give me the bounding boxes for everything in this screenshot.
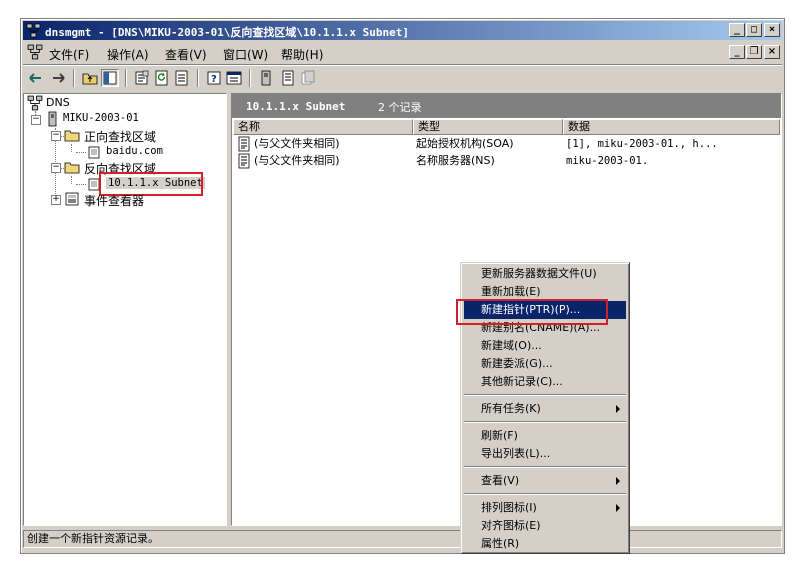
collapse-toggle[interactable]: − <box>31 115 41 125</box>
close-button[interactable]: × <box>764 23 780 37</box>
menu-item-other-records[interactable]: 其他新记录(C)... <box>464 373 626 391</box>
record-name: (与父文件夹相同) <box>254 137 340 150</box>
menu-action[interactable]: 操作(A) <box>107 46 149 63</box>
show-tree-icon[interactable] <box>101 69 119 87</box>
tree-item-dns[interactable]: DNS <box>46 96 70 109</box>
menu-item-refresh[interactable]: 刷新(F) <box>464 427 626 445</box>
menu-item-all-tasks[interactable]: 所有任务(K) <box>464 400 626 418</box>
server-icon <box>44 111 60 127</box>
zone-file-icon <box>86 144 102 160</box>
tree-item-baidu[interactable]: baidu.com <box>106 145 163 157</box>
status-text: 创建一个新指针资源记录。 <box>23 530 461 548</box>
tree-item-forward-zones[interactable]: 正向查找区域 <box>84 128 156 145</box>
menu-item-new-delegation[interactable]: 新建委派(G)... <box>464 355 626 373</box>
up-folder-icon[interactable] <box>81 69 99 87</box>
console-tree: DNS − MIKU-2003-01 − 正向查找区域 baidu.com − <box>23 93 227 526</box>
child-minimize-button[interactable]: _ <box>729 45 745 59</box>
menu-bar: 文件(F) 操作(A) 查看(V) 窗口(W) 帮助(H) _ ❐ × <box>23 42 782 62</box>
document-icon[interactable] <box>279 69 297 87</box>
menu-item-line-up-icons[interactable]: 对齐图标(E) <box>464 517 626 535</box>
properties-icon[interactable] <box>133 69 151 87</box>
menu-item-new-domain[interactable]: 新建域(O)... <box>464 337 626 355</box>
submenu-arrow-icon <box>616 504 620 512</box>
tree-item-server[interactable]: MIKU-2003-01 <box>63 112 139 124</box>
menu-item-view[interactable]: 查看(V) <box>464 472 626 490</box>
maximize-button[interactable]: □ <box>746 23 762 37</box>
menu-view[interactable]: 查看(V) <box>165 46 207 63</box>
minimize-button[interactable]: _ <box>729 23 745 37</box>
column-header-data[interactable]: 数据 <box>563 119 780 135</box>
status-bar: 创建一个新指针资源记录。 <box>23 529 782 549</box>
copy-icon[interactable] <box>299 69 317 87</box>
expand-toggle[interactable]: + <box>51 195 61 205</box>
menu-separator <box>464 394 626 396</box>
svg-text:?: ? <box>211 74 217 85</box>
mmc-window: dnsmgmt - [DNS\MIKU-2003-01\反向查找区域\10.1.… <box>20 18 785 554</box>
highlight-box <box>456 299 608 325</box>
folder-icon <box>64 127 80 143</box>
record-type: 名称服务器(NS) <box>416 154 495 167</box>
column-header-name[interactable]: 名称 <box>233 119 413 135</box>
record-icon <box>236 136 252 152</box>
export-list-icon[interactable] <box>173 69 191 87</box>
window-title: dnsmgmt - [DNS\MIKU-2003-01\反向查找区域\10.1.… <box>45 26 410 39</box>
submenu-arrow-icon <box>616 477 620 485</box>
tree-item-event-viewer[interactable]: 事件查看器 <box>84 192 144 209</box>
record-data: miku-2003-01. <box>566 155 649 167</box>
table-row[interactable]: (与父文件夹相同) 起始授权机构(SOA) [1], miku-2003-01.… <box>236 136 776 152</box>
record-count: 2 个记录 <box>378 101 422 114</box>
record-type: 起始授权机构(SOA) <box>416 137 514 150</box>
child-close-button[interactable]: × <box>764 45 780 59</box>
collapse-toggle[interactable]: − <box>51 131 61 141</box>
refresh-icon[interactable] <box>153 69 171 87</box>
event-viewer-icon <box>64 191 80 207</box>
menu-item-update-server-file[interactable]: 更新服务器数据文件(U) <box>464 265 626 283</box>
menu-separator <box>464 493 626 495</box>
record-name: (与父文件夹相同) <box>254 154 340 167</box>
forward-arrow-icon[interactable] <box>49 69 67 87</box>
dns-console-icon <box>27 44 43 60</box>
menu-item-arrange-icons[interactable]: 排列图标(I) <box>464 499 626 517</box>
dns-console-icon <box>26 23 41 38</box>
back-arrow-icon[interactable] <box>27 69 45 87</box>
help-icon[interactable]: ? <box>205 69 223 87</box>
console-view-icon[interactable] <box>225 69 243 87</box>
table-row[interactable]: (与父文件夹相同) 名称服务器(NS) miku-2003-01. <box>236 153 776 169</box>
dns-icon <box>27 95 43 111</box>
toolbar: ? <box>23 65 782 90</box>
menu-help[interactable]: 帮助(H) <box>281 46 323 63</box>
details-title: 10.1.1.x Subnet <box>246 100 346 113</box>
submenu-arrow-icon <box>616 405 620 413</box>
status-panel <box>625 530 782 548</box>
child-restore-button[interactable]: ❐ <box>746 45 762 59</box>
menu-separator <box>464 421 626 423</box>
details-header: 10.1.1.x Subnet 2 个记录 <box>232 94 781 118</box>
server-icon[interactable] <box>257 69 275 87</box>
menu-item-properties[interactable]: 属性(R) <box>464 535 626 553</box>
folder-icon <box>64 159 80 175</box>
collapse-toggle[interactable]: − <box>51 163 61 173</box>
menu-window[interactable]: 窗口(W) <box>223 46 268 63</box>
record-data: [1], miku-2003-01., h... <box>566 138 718 150</box>
title-bar[interactable]: dnsmgmt - [DNS\MIKU-2003-01\反向查找区域\10.1.… <box>23 21 782 40</box>
menu-item-export-list[interactable]: 导出列表(L)... <box>464 445 626 463</box>
menu-file[interactable]: 文件(F) <box>49 46 89 63</box>
record-icon <box>236 153 252 169</box>
menu-separator <box>464 466 626 468</box>
column-header-type[interactable]: 类型 <box>413 119 563 135</box>
